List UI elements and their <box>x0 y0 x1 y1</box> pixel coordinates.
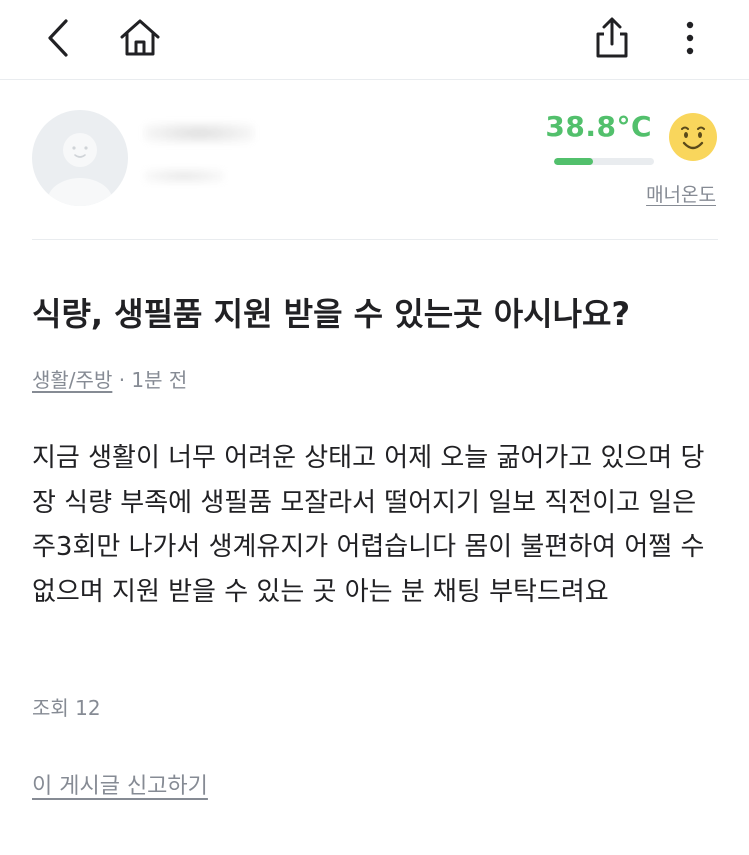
post-time: 1분 전 <box>131 368 188 392</box>
chevron-left-icon[interactable] <box>30 10 86 66</box>
manner-temperature-bar <box>554 158 654 165</box>
share-icon[interactable] <box>584 10 640 66</box>
manner-temperature-value: 38.8°C <box>545 110 652 143</box>
report-post-link[interactable]: 이 게시글 신고하기 <box>32 768 208 800</box>
location-redacted <box>144 168 224 184</box>
view-count: 조회 12 <box>32 696 101 720</box>
post-meta: 생활/주방 · 1분 전 <box>32 364 187 393</box>
seller-profile[interactable]: 38.8°C 매너온도 <box>32 80 718 240</box>
post-title: 식량, 생필품 지원 받을 수 있는곳 아시나요? <box>32 295 631 333</box>
top-navigation-bar <box>0 0 749 80</box>
meta-separator: · <box>112 368 132 392</box>
manner-temperature-fill <box>554 158 593 165</box>
smiling-face-icon <box>668 112 718 162</box>
post-body: 지금 생활이 너무 어려운 상태고 어제 오늘 굶어가고 있으며 당장 식량 부… <box>32 443 705 607</box>
nickname-redacted <box>144 122 254 144</box>
default-avatar-icon[interactable] <box>32 110 128 206</box>
post-category-link[interactable]: 생활/주방 <box>32 368 112 392</box>
more-vertical-icon[interactable] <box>662 10 718 66</box>
manner-temperature-link[interactable]: 매너온도 <box>646 180 716 207</box>
home-icon[interactable] <box>112 10 168 66</box>
